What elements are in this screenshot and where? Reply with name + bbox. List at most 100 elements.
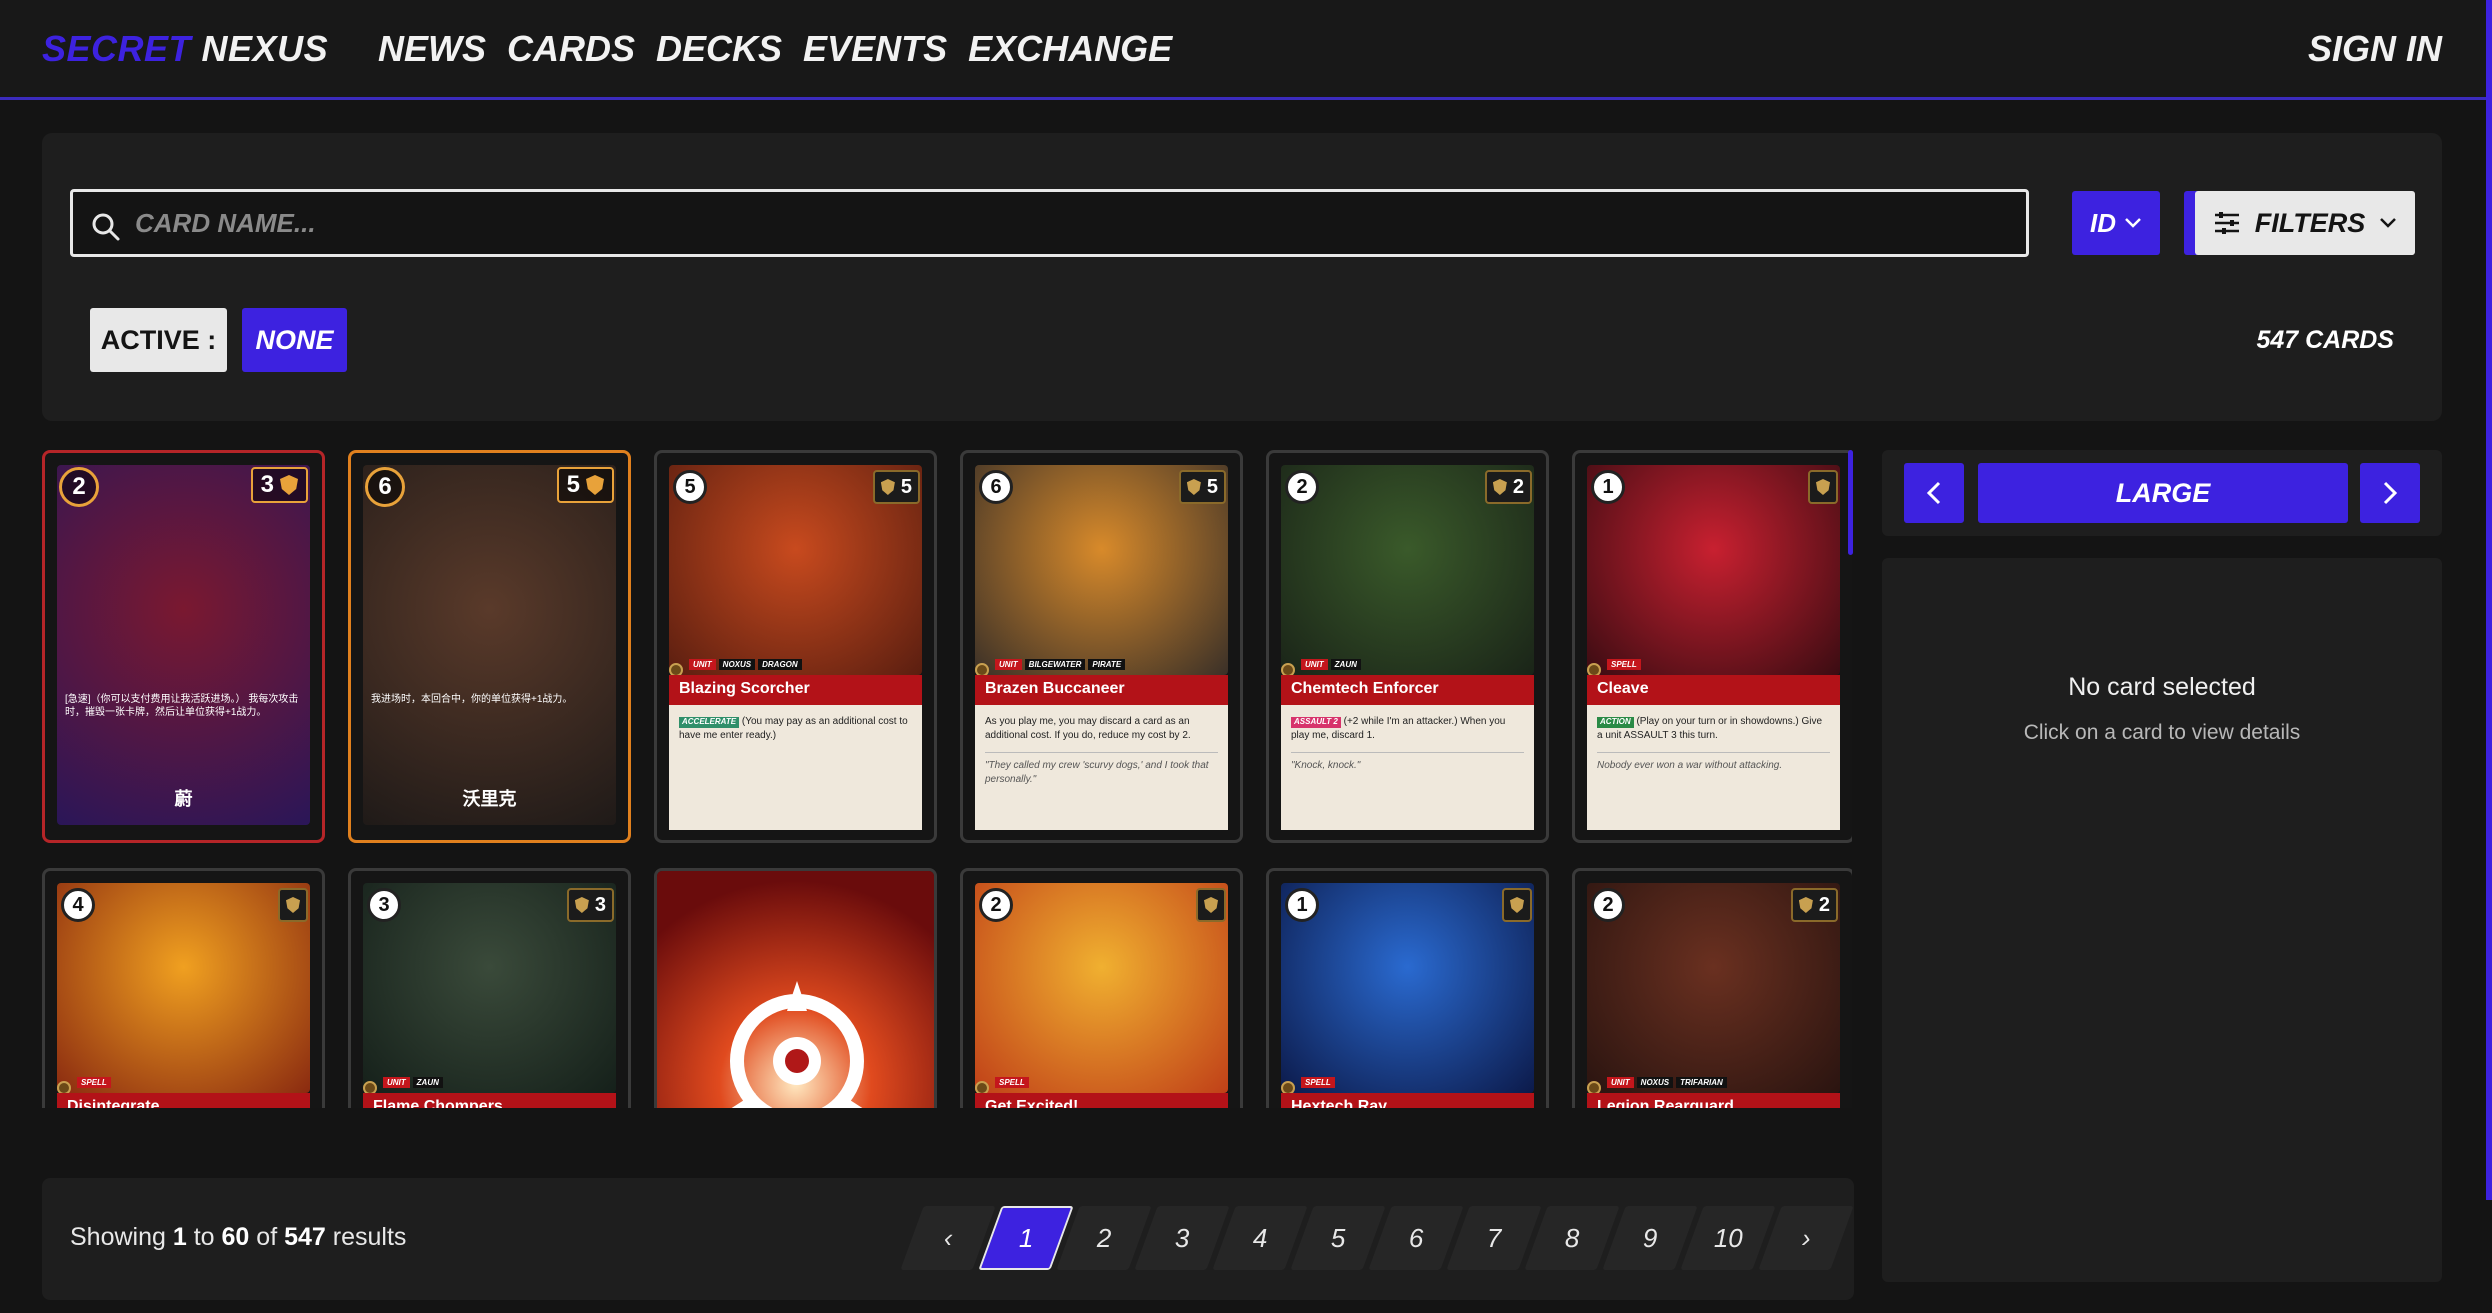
card-domain-icon [278,888,308,922]
pager-next-button[interactable]: › [1758,1206,1854,1270]
search-box [70,189,2029,257]
might-shield-icon [880,479,895,495]
card-cost: 6 [979,470,1013,504]
sliders-icon [2214,212,2239,234]
card-tile[interactable]: 6 5 我进场时，本回合中，你的单位获得+1战力。 沃里克 [348,450,631,843]
card-tag: TRIFARIAN [1676,1077,1727,1088]
card-tag: SPELL [1301,1077,1335,1088]
might-shield-icon [1816,479,1830,495]
card-tag: ZAUN [412,1077,443,1088]
card-tag: UNIT [995,659,1022,670]
sort-field-select[interactable]: ID [2072,191,2160,255]
pager-page-label: 10 [1713,1222,1743,1253]
top-navbar: SECRET NEXUS NEWS CARDS DECKS EVENTS EXC… [0,0,2492,100]
card-cost: 2 [1591,888,1625,922]
card-domain-icon [1502,888,1532,922]
nav-link-exchange[interactable]: EXCHANGE [968,28,1172,70]
chevron-right-icon: › [1801,1222,1811,1253]
pagination-panel: Showing 1 to 60 of 547 results ‹ 1 2 3 4 5 6 7 8… [42,1178,1854,1300]
card-art [1587,465,1840,675]
results-summary: Showing 1 to 60 of 547 results [70,1223,406,1252]
card-might-value: 5 [566,471,580,498]
chevron-down-icon [2125,218,2141,228]
logo-secret: SECRET [42,28,192,69]
results-total: 547 [284,1223,326,1251]
search-icon [92,213,120,241]
card-cost: 1 [1591,470,1625,504]
filters-button[interactable]: FILTERS [2195,191,2415,255]
nav-link-events[interactable]: EVENTS [803,28,947,70]
nav-link-cards[interactable]: CARDS [507,28,635,70]
might-shield-icon [586,475,604,495]
nav-link-decks[interactable]: DECKS [656,28,782,70]
size-prev-button[interactable] [1904,463,1964,523]
card-tile[interactable]: 2 2 UNIT NOXUS TRIFARIAN Legion Rearguard [1572,868,1852,1108]
card-name: 沃里克 [462,789,517,809]
might-shield-icon [1204,897,1218,913]
card-name: Cleave [1587,675,1840,705]
range-from: 1 [172,1223,187,1251]
card-tag: NOXUS [718,659,756,670]
card-art [975,883,1228,1093]
card-text-box: ACTION (Play on your turn or in showdown… [1587,705,1840,830]
pager-page-label: 4 [1252,1222,1268,1253]
showing-word: Showing [70,1223,166,1251]
card-tags: UNIT BILGEWATER PIRATE [995,659,1126,670]
card-might-value: 5 [900,475,912,498]
card-cost: 6 [365,467,405,507]
card-name: Flame Chompers [363,1093,616,1108]
card-tile[interactable]: 2 3 [急速]（你可以支付费用让我活跃进场。） 我每次攻击时，摧毁一张卡牌，然后让… [42,450,325,843]
might-shield-icon [574,897,589,913]
card-tile[interactable]: 2 SPELL Get Excited! [960,868,1243,1108]
card-name: Get Excited! [975,1093,1228,1108]
card-tag: SPELL [995,1077,1029,1088]
might-shield-icon [1492,479,1507,495]
card-back-emblem-icon [730,981,864,1108]
card-might: 5 [1178,470,1226,504]
size-next-button[interactable] [2360,463,2420,523]
card-might: 3 [566,888,614,922]
of-word: of [256,1223,278,1251]
card-tags: SPELL [1301,1077,1335,1088]
card-tile[interactable]: 1 SPELL Cleave ACTION (Play on your turn or… [1572,450,1852,843]
card-flavor-text: "They called my crew 'scurvy dogs,' and … [985,752,1218,786]
size-label[interactable]: LARGE [1978,463,2348,523]
sign-in-link[interactable]: SIGN IN [2308,28,2442,70]
grid-scrollbar[interactable] [1848,450,1853,555]
card-cost: 3 [367,888,401,922]
card-name-search-input[interactable] [135,192,2015,254]
card-text-box: ASSAULT 2 (+2 while I'm an attacker.) Wh… [1281,705,1534,830]
nav-links: NEWS CARDS DECKS EVENTS EXCHANGE [378,28,1172,70]
card-tile[interactable] [654,868,937,1108]
detail-empty-subtitle: Click on a card to view details [2023,721,2301,744]
filters-label: FILTERS [2254,207,2366,238]
card-art [363,465,616,825]
card-tag: UNIT [383,1077,410,1088]
card-tag: DRAGON [758,659,802,670]
active-filter-chip[interactable]: NONE [242,308,347,372]
card-name: Chemtech Enforcer [1281,675,1534,705]
card-tile[interactable]: 6 5 UNIT BILGEWATER PIRATE Brazen Buccaneer As… [960,450,1243,843]
card-art [57,883,310,1093]
page-scrollbar[interactable] [2486,0,2492,1200]
pager-page-label: 8 [1564,1222,1580,1253]
card-name: Hextech Ray [1281,1093,1534,1108]
card-domain-icon [1196,888,1226,922]
site-logo[interactable]: SECRET NEXUS [42,28,328,70]
pager-page-label: 7 [1486,1222,1502,1253]
chevron-left-icon [1926,481,1941,505]
card-might: 5 [556,467,614,503]
card-tile[interactable]: 1 SPELL Hextech Ray [1266,868,1549,1108]
card-tile[interactable]: 3 3 UNIT ZAUN Flame Chompers [348,868,631,1108]
card-tile[interactable]: 5 5 UNIT NOXUS DRAGON Blazing Scorcher ACCELER… [654,450,937,843]
card-tile[interactable]: 4 SPELL Disintegrate [42,868,325,1108]
card-keyword: ASSAULT 2 [1291,717,1341,728]
nav-link-news[interactable]: NEWS [378,28,486,70]
card-tile[interactable]: 2 2 UNIT ZAUN Chemtech Enforcer ASSAULT 2 (+2… [1266,450,1549,843]
detail-empty-title: No card selected [2068,673,2256,701]
card-might-value: 3 [260,471,274,498]
card-name: Legion Rearguard [1587,1093,1840,1108]
pager-page-label: 6 [1408,1222,1424,1253]
might-shield-icon [1186,479,1201,495]
card-might: 2 [1790,888,1838,922]
